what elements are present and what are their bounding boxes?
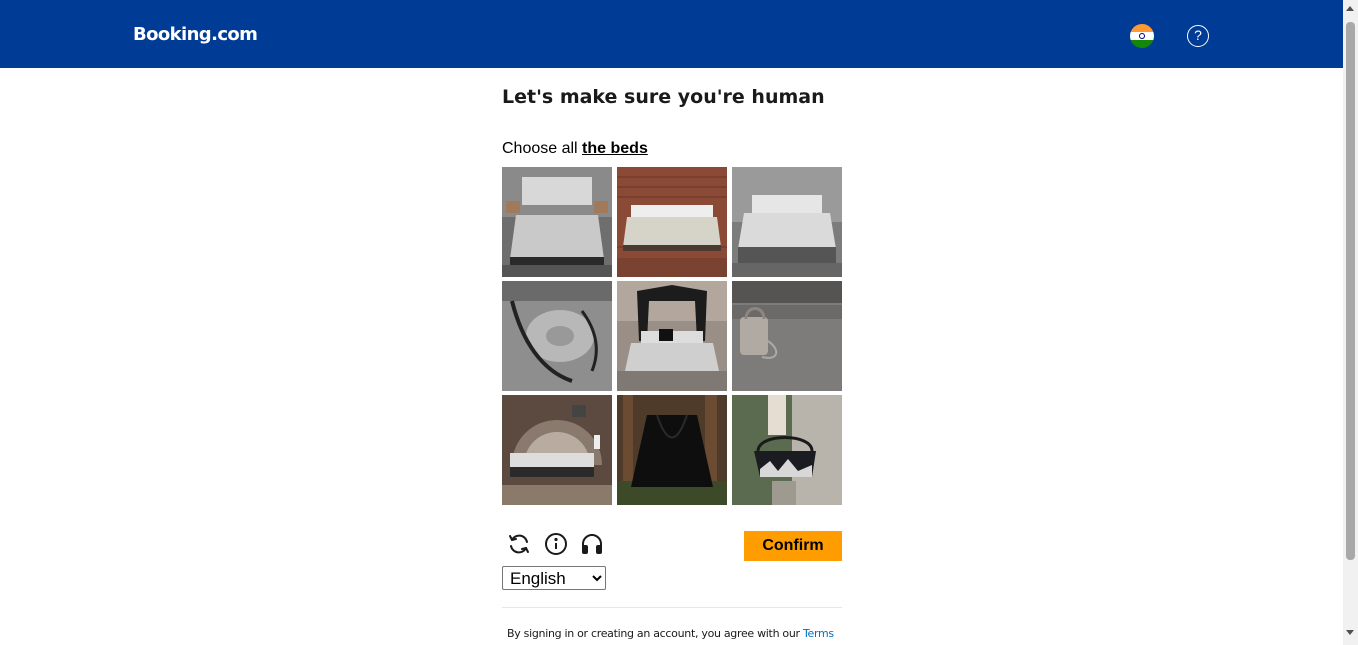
prompt-target: the beds [582,140,648,157]
india-flag-icon[interactable] [1130,24,1154,48]
tile-6[interactable] [732,281,842,391]
bed-image [502,167,612,277]
terms-notice: By signing in or creating an account, yo… [507,627,834,640]
tile-3[interactable] [732,167,842,277]
headphones-icon[interactable] [580,532,604,556]
prompt-prefix: Choose all [502,140,583,157]
tile-8[interactable] [617,395,727,505]
canopy-bed-image [617,281,727,391]
booking-logo[interactable]: Booking.com [133,24,258,45]
page: Booking.com ? Let's make sure you're hum… [0,0,1358,645]
terms-text: By signing in or creating an account, yo… [507,627,803,640]
tile-1[interactable] [502,167,612,277]
scroll-down-arrow-icon[interactable] [1346,630,1354,635]
info-icon[interactable] [544,532,568,556]
page-title: Let's make sure you're human [502,86,825,108]
divider [502,607,842,608]
scroll-thumb[interactable] [1346,22,1355,560]
rolled-sleeping-bag-image [502,281,612,391]
tile-2[interactable] [617,167,727,277]
bed-image [732,167,842,277]
bed-brick-wall-image [617,167,727,277]
scroll-up-arrow-icon[interactable] [1346,6,1354,11]
language-select[interactable]: English [502,566,606,590]
bed-arched-headboard-image [502,395,612,505]
vertical-scrollbar[interactable] [1343,0,1358,645]
image-grid [502,167,842,507]
help-icon[interactable]: ? [1187,25,1209,47]
challenge-prompt: Choose all the beds [502,140,648,158]
tile-7[interactable] [502,395,612,505]
black-sack-in-forest-image [617,395,727,505]
tile-4[interactable] [502,281,612,391]
tile-9[interactable] [732,395,842,505]
bag-image [732,281,842,391]
tile-5[interactable] [617,281,727,391]
top-header: Booking.com ? [0,0,1343,68]
handbag-image [732,395,842,505]
refresh-icon[interactable] [507,532,531,556]
confirm-button[interactable]: Confirm [744,531,842,561]
terms-link[interactable]: Terms [803,627,834,640]
